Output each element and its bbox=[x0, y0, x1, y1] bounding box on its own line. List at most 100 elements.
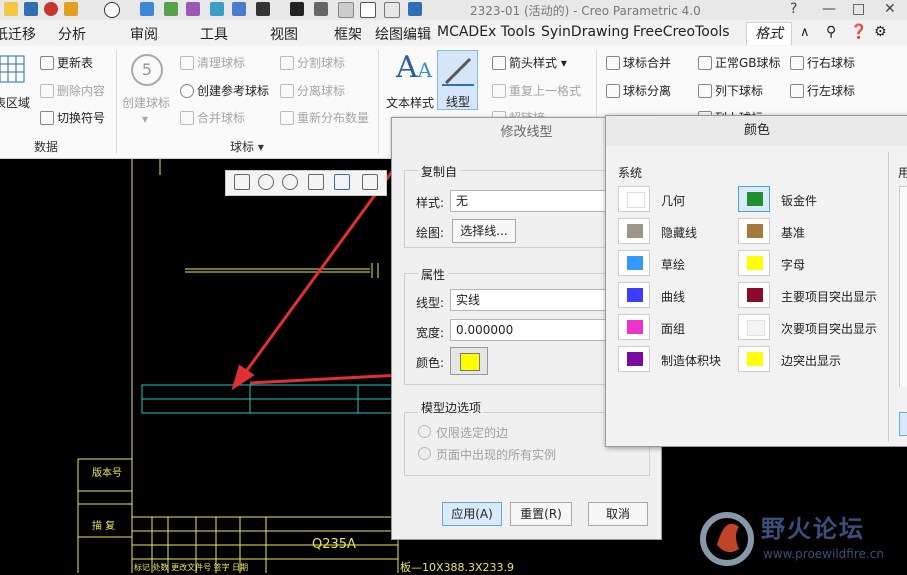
repaint-icon[interactable] bbox=[308, 174, 324, 190]
zoom-fit-icon[interactable] bbox=[234, 174, 250, 190]
only-selected-edge-radio[interactable] bbox=[418, 425, 431, 438]
system-left-swatch-4[interactable] bbox=[618, 314, 650, 340]
color-button[interactable] bbox=[450, 347, 488, 375]
row-right-button[interactable]: 行右球标 bbox=[790, 54, 855, 71]
table-region-button[interactable]: 表区域 bbox=[0, 94, 30, 111]
col-down-icon bbox=[698, 84, 712, 98]
switch-symbol-button[interactable]: 切换符号 bbox=[40, 109, 105, 126]
system-right-swatch-2[interactable] bbox=[738, 250, 770, 276]
tab-tools[interactable]: 工具 bbox=[200, 24, 228, 44]
tab-review[interactable]: 审阅 bbox=[130, 24, 158, 44]
collapse-ribbon-icon[interactable]: ∧ bbox=[800, 25, 810, 40]
swatch-color bbox=[627, 352, 643, 366]
user-color-list[interactable] bbox=[899, 186, 907, 387]
window-icon[interactable] bbox=[140, 2, 154, 16]
tab-format[interactable]: 格式 bbox=[746, 22, 792, 45]
redistribute-button[interactable]: 重新分布数量 bbox=[280, 109, 369, 126]
tab-migration[interactable]: 纸迁移 bbox=[0, 24, 36, 44]
zoom-out-icon[interactable] bbox=[282, 174, 298, 190]
table-region-icon[interactable] bbox=[0, 54, 26, 88]
user-color-button[interactable] bbox=[899, 412, 907, 436]
save-icon[interactable] bbox=[4, 2, 18, 16]
open-icon[interactable] bbox=[24, 2, 38, 16]
system-left-swatch-3[interactable] bbox=[618, 282, 650, 308]
text-style-icon[interactable]: AA bbox=[396, 50, 432, 85]
system-right-swatch-4[interactable] bbox=[738, 314, 770, 340]
wildfire-logo-icon bbox=[700, 512, 754, 566]
create-ref-balloon-button[interactable]: 创建参考球标 bbox=[180, 82, 269, 99]
copy-icon[interactable] bbox=[384, 2, 400, 18]
frame-icon[interactable] bbox=[360, 2, 376, 18]
close-window-icon[interactable] bbox=[290, 2, 304, 16]
create-balloon-button[interactable]: 创建球标 bbox=[122, 94, 170, 111]
layer-icon[interactable] bbox=[164, 2, 178, 16]
model-edge-title: 模型边选项 bbox=[418, 399, 485, 416]
system-right-swatch-5[interactable] bbox=[738, 346, 770, 372]
tab-view[interactable]: 视图 bbox=[270, 24, 298, 44]
create-balloon-icon[interactable]: 5 bbox=[131, 54, 163, 86]
system-left-swatch-2[interactable] bbox=[618, 250, 650, 276]
settings-menu-icon[interactable]: ⚙ bbox=[874, 24, 887, 40]
update-table-button[interactable]: 更新表 bbox=[40, 54, 93, 71]
sheet-icon[interactable] bbox=[232, 2, 246, 16]
row-left-button[interactable]: 行左球标 bbox=[790, 82, 855, 99]
repeat-last-format-button[interactable]: 重复上一格式 bbox=[492, 82, 581, 99]
system-left-swatch-5[interactable] bbox=[618, 346, 650, 372]
merge-balloon-button[interactable]: 合并球标 bbox=[180, 109, 245, 126]
tab-analysis[interactable]: 分析 bbox=[58, 24, 86, 44]
arrow-style-button[interactable]: 箭头样式 ▾ bbox=[492, 54, 567, 71]
system-right-swatch-1[interactable] bbox=[738, 218, 770, 244]
separate-balloon-button[interactable]: 分离球标 bbox=[280, 82, 345, 99]
all-instances-label: 页面中出现的所有实例 bbox=[436, 448, 557, 462]
display-style-icon[interactable] bbox=[334, 174, 350, 190]
undo-icon[interactable] bbox=[64, 2, 78, 16]
close-button[interactable]: ✕ bbox=[884, 1, 896, 17]
maximize-button[interactable]: □ bbox=[852, 1, 865, 17]
drawing-icon[interactable] bbox=[256, 2, 270, 16]
system-left-swatch-label-5: 制造体积块 bbox=[661, 354, 722, 368]
split-balloon-button[interactable]: 分割球标 bbox=[280, 54, 345, 71]
tab-mcadex-tools[interactable]: MCADEx Tools bbox=[437, 24, 535, 40]
balloon-merge-button[interactable]: 球标合并 bbox=[606, 54, 671, 71]
model-icon[interactable] bbox=[186, 2, 200, 16]
tab-frame[interactable]: 框架 bbox=[334, 24, 362, 44]
tab-drawing-edit[interactable]: 绘图编辑 bbox=[375, 24, 431, 44]
settings-icon[interactable] bbox=[210, 2, 224, 16]
print-icon[interactable] bbox=[314, 2, 328, 16]
customize-icon[interactable] bbox=[408, 2, 422, 16]
search-icon[interactable]: ⚲ bbox=[826, 24, 836, 40]
apply-button[interactable]: 应用(A) bbox=[442, 502, 502, 526]
table-icon[interactable] bbox=[338, 2, 354, 18]
balloon-quick-icon[interactable] bbox=[104, 2, 120, 18]
sheet-setup-icon[interactable] bbox=[362, 174, 378, 190]
col-down-button[interactable]: 列下球标 bbox=[698, 82, 763, 99]
balloon-split-button[interactable]: 球标分离 bbox=[606, 82, 671, 99]
delete-content-button[interactable]: 删除内容 bbox=[40, 82, 105, 99]
system-colors-label: 系统 bbox=[618, 166, 643, 180]
system-left-swatch-label-2: 草绘 bbox=[661, 258, 686, 272]
text-style-button[interactable]: 文本样式 bbox=[386, 94, 434, 111]
minimize-button[interactable]: — bbox=[822, 1, 836, 17]
drawing-label: 绘图: bbox=[416, 226, 445, 240]
system-right-swatch-0[interactable] bbox=[738, 186, 770, 212]
balloon-group-label[interactable]: 球标 ▾ bbox=[230, 138, 264, 155]
help-icon[interactable]: ? bbox=[790, 1, 797, 17]
select-line-button[interactable]: 选择线... bbox=[452, 219, 516, 243]
system-right-swatch-3[interactable] bbox=[738, 282, 770, 308]
cancel-button[interactable]: 取消 bbox=[588, 502, 648, 526]
tab-freecreotools[interactable]: FreeCreoTools bbox=[633, 24, 730, 40]
system-left-swatch-0[interactable] bbox=[618, 186, 650, 212]
tab-syindrawing[interactable]: SyinDrawing bbox=[541, 24, 629, 40]
color-dialog-title: 颜色 bbox=[606, 116, 907, 146]
help-menu-icon[interactable]: ❓ bbox=[850, 24, 867, 40]
create-balloon-dropdown-icon[interactable]: ▾ bbox=[142, 112, 148, 126]
gb-balloon-button[interactable]: 正常GB球标 bbox=[698, 54, 781, 71]
line-style-button[interactable]: 线型 bbox=[437, 50, 478, 110]
system-right-swatch-label-2: 字母 bbox=[781, 258, 806, 272]
reset-button[interactable]: 重置(R) bbox=[510, 502, 572, 526]
zoom-in-icon[interactable] bbox=[258, 174, 274, 190]
clean-balloon-button[interactable]: 清理球标 bbox=[180, 54, 245, 71]
regenerate-icon[interactable] bbox=[44, 2, 58, 16]
system-left-swatch-1[interactable] bbox=[618, 218, 650, 244]
all-instances-radio[interactable] bbox=[418, 447, 431, 460]
